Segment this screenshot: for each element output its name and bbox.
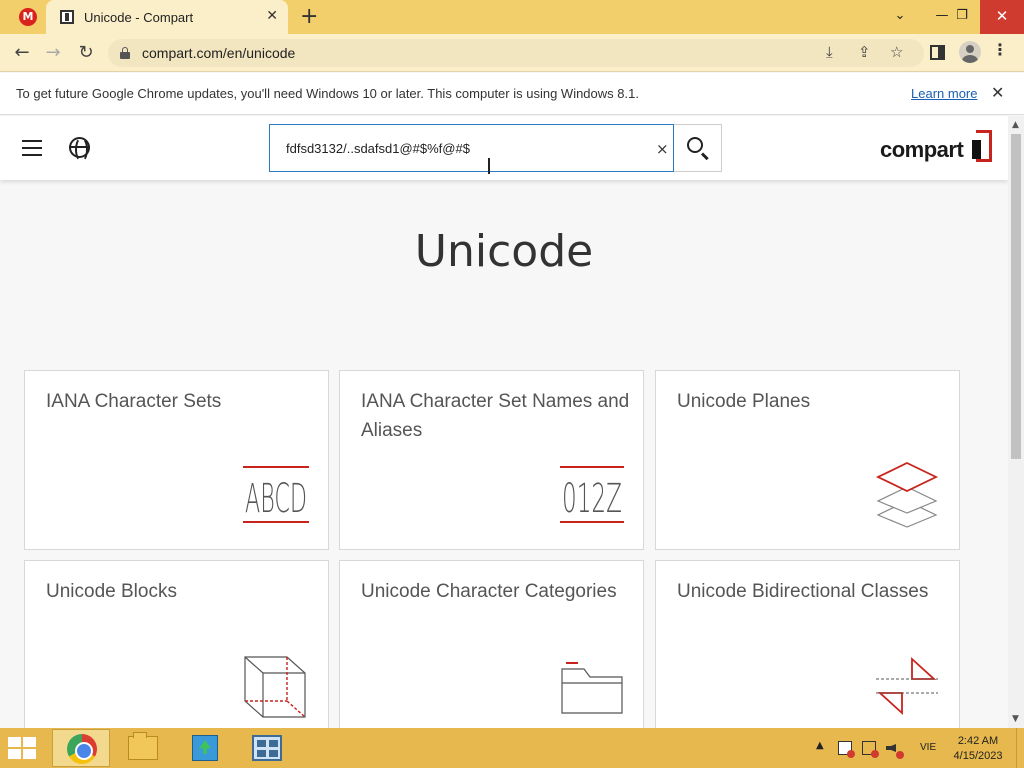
show-desktop-button[interactable] [1016,728,1024,768]
share-icon[interactable]: ⇪ [858,43,871,61]
tab-title: Unicode - Compart [84,10,194,25]
search-icon-handle [700,152,709,161]
installer-icon [192,735,218,761]
taskbar-control-panel[interactable] [238,729,296,767]
stacked-planes-icon [875,462,939,528]
tab-search-button[interactable]: ⌄ [882,0,918,34]
scroll-thumb[interactable] [1011,134,1021,459]
logo-text: compart [880,137,964,162]
tab-strip: M Unicode - Compart ✕ + ⌄ — ❐ ✕ [0,0,1024,34]
card-unicode-planes[interactable]: Unicode Planes [655,370,960,550]
lock-icon[interactable] [120,47,130,59]
bidirectional-triangles-icon [876,657,938,716]
search-button[interactable] [674,124,722,172]
card-unicode-character-categories[interactable]: Unicode Character Categories [339,560,644,740]
restore-button[interactable]: ❐ [944,0,980,34]
side-panel-icon[interactable] [930,45,945,60]
back-button[interactable]: ← [9,40,35,66]
profile-avatar-icon[interactable] [959,41,981,63]
card-iana-character-set-names[interactable]: IANA Character Set Names and Aliases 012… [339,370,644,550]
control-panel-icon [252,735,282,761]
card-iana-character-sets[interactable]: IANA Character Sets ABCD [24,370,329,550]
action-center-flag-icon[interactable] [838,741,855,758]
input-language[interactable]: VIE [920,742,936,753]
windows-taskbar: ▲ VIE 2:42 AM 4/15/2023 [0,728,1024,768]
infobar-close-icon[interactable]: ✕ [991,83,1004,102]
bookmark-star-icon[interactable]: ☆ [890,43,903,61]
clock-date: 4/15/2023 [953,750,1003,762]
install-icon[interactable]: ⤓ [826,43,833,61]
svg-text:012Z: 012Z [562,476,622,522]
infobar-message: To get future Google Chrome updates, you… [16,86,639,101]
url-text[interactable]: compart.com/en/unicode [142,45,295,61]
page-title: Unicode [414,226,594,277]
forward-button[interactable]: → [40,40,66,66]
card-title: Unicode Planes [677,391,811,412]
taskbar-chrome[interactable] [52,729,110,767]
tab-unicode-compart[interactable]: Unicode - Compart ✕ [46,0,288,34]
hamburger-menu-icon[interactable] [22,140,42,156]
svg-text:ABCD: ABCD [245,476,307,522]
card-title: Unicode Bidirectional Classes [677,581,929,602]
page-scrollbar[interactable]: ▲ ▼ [1008,116,1024,728]
card-title: IANA Character Sets [46,391,222,412]
card-title: IANA Character Set Names and Aliases [361,391,630,441]
search-icon [687,137,703,153]
text-cursor-icon [486,158,492,174]
taskbar-file-explorer[interactable] [114,729,172,767]
address-bar[interactable]: compart.com/en/unicode ⤓ ⇪ ☆ [108,39,924,67]
clock-time: 2:42 AM [957,735,999,747]
close-window-button[interactable]: ✕ [980,0,1024,34]
folder-icon [561,662,623,714]
tab-close-icon[interactable]: ✕ [266,8,278,24]
logo-mark-icon [972,130,992,162]
update-infobar: To get future Google Chrome updates, you… [0,73,1024,115]
0127-digits-icon: 012Z [560,466,624,523]
chrome-icon [67,734,97,764]
abcd-letters-icon: ABCD [243,466,309,523]
pinned-tab-mega-icon[interactable]: M [19,8,37,26]
taskbar-app-installer[interactable] [176,729,234,767]
search-field[interactable]: fdfsd3132/..sdafsd1@#$%f@#$ × [269,124,674,172]
volume-muted-icon[interactable] [886,741,904,759]
learn-more-link[interactable]: Learn more [911,86,977,101]
reload-button[interactable]: ↻ [73,40,99,66]
cube-icon [244,656,306,718]
clock[interactable]: 2:42 AM 4/15/2023 [948,734,1008,764]
scroll-down-icon[interactable]: ▼ [1012,714,1019,724]
tray-expand-icon[interactable]: ▲ [816,740,824,751]
browser-toolbar: ← → ↻ compart.com/en/unicode ⤓ ⇪ ☆ ⋮ [0,34,1024,72]
globe-language-icon[interactable] [69,137,90,162]
card-unicode-blocks[interactable]: Unicode Blocks [24,560,329,740]
network-icon[interactable] [862,741,879,758]
windows-start-icon[interactable] [8,737,38,761]
scroll-up-icon[interactable]: ▲ [1012,120,1019,130]
chrome-menu-icon[interactable]: ⋮ [992,40,1008,59]
clear-search-icon[interactable]: × [656,140,669,158]
search-input[interactable]: fdfsd3132/..sdafsd1@#$%f@#$ [286,141,470,156]
card-title: Unicode Character Categories [361,581,617,602]
compart-favicon-icon [60,10,74,24]
file-explorer-icon [128,732,158,760]
card-title: Unicode Blocks [46,581,177,602]
site-header: fdfsd3132/..sdafsd1@#$%f@#$ × compart [0,116,1008,180]
new-tab-button[interactable]: + [300,4,318,29]
card-unicode-bidirectional-classes[interactable]: Unicode Bidirectional Classes [655,560,960,740]
